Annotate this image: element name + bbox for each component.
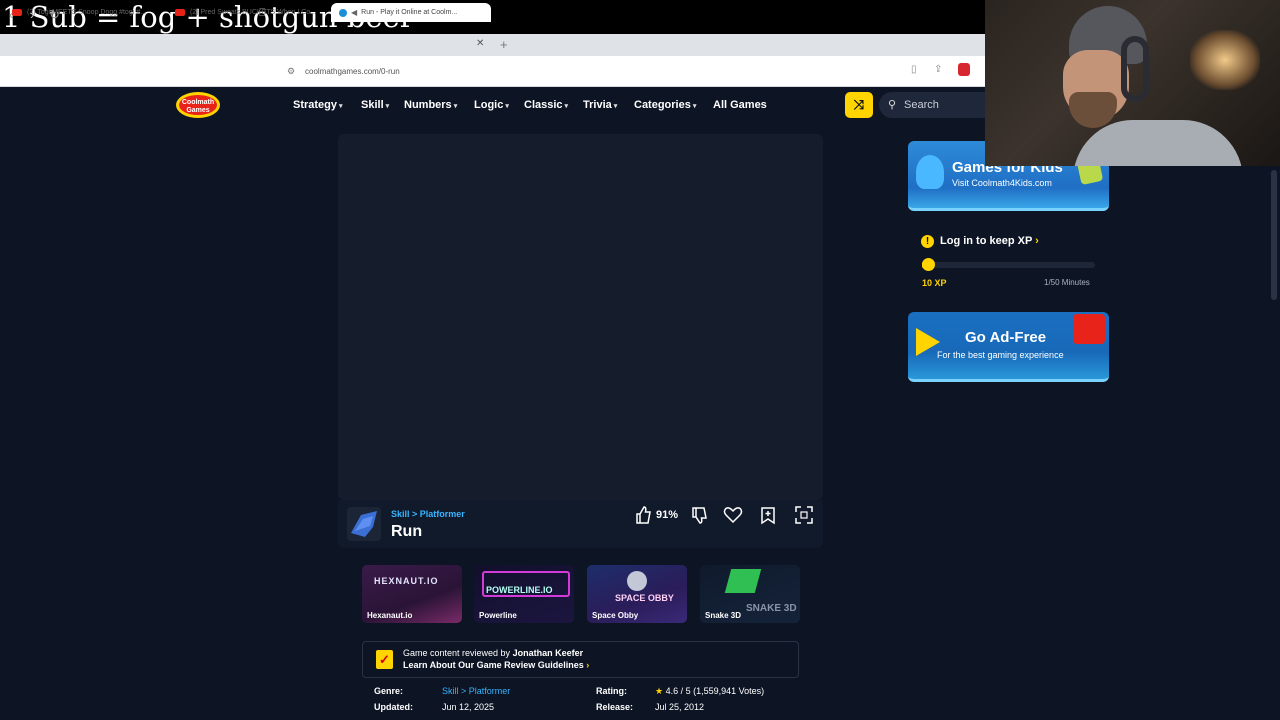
xp-progress-knob xyxy=(922,258,935,271)
related-game-card[interactable]: HEXNAUT.IO Hexanaut.io xyxy=(362,565,462,623)
xp-progress-bar xyxy=(922,262,1095,268)
coolmath-logo[interactable]: Coolmath Games xyxy=(175,91,221,119)
lamp-glow xyxy=(1190,30,1260,90)
chevron-down-icon: ▾ xyxy=(385,103,390,110)
nav-trivia[interactable]: Trivia ▾ xyxy=(583,99,617,111)
browser-tab-bar xyxy=(0,34,985,56)
nav-classic[interactable]: Classic ▾ xyxy=(524,99,568,111)
beard xyxy=(1069,92,1117,128)
thumbnail-text: SNAKE 3D xyxy=(746,603,797,614)
release-label: Release: xyxy=(596,702,634,712)
tab-label: (2) Togi MEETS Snoop Dogg #togi #... xyxy=(27,9,146,16)
thumbnail-text: POWERLINE.IO xyxy=(486,585,553,595)
search-icon: ⚲ xyxy=(888,99,897,111)
release-value: Jul 25, 2012 xyxy=(655,702,705,712)
chevron-down-icon: ▾ xyxy=(505,103,509,110)
star-icon: ★ xyxy=(655,686,664,696)
related-game-label: Powerline xyxy=(479,611,517,620)
related-game-card[interactable]: POWERLINE.IO Powerline xyxy=(474,565,574,623)
kids-banner-subtitle: Visit Coolmath4Kids.com xyxy=(952,178,1052,188)
related-game-card[interactable]: SNAKE 3D Snake 3D xyxy=(700,565,800,623)
octopus-mascot-icon xyxy=(916,155,944,189)
extension-icon[interactable] xyxy=(958,63,970,76)
related-game-card[interactable]: SPACE OBBY Space Obby xyxy=(587,565,687,623)
xp-minutes: 1/50 Minutes xyxy=(1044,278,1090,287)
related-game-label: Space Obby xyxy=(592,611,639,620)
related-game-label: Hexanaut.io xyxy=(367,611,413,620)
nav-categories[interactable]: Categories ▾ xyxy=(634,99,696,111)
youtube-icon xyxy=(175,9,185,16)
webcam-overlay xyxy=(985,0,1280,166)
updated-label: Updated: xyxy=(374,702,413,712)
chevron-right-icon: › xyxy=(1035,235,1039,247)
svg-text:Coolmath: Coolmath xyxy=(182,99,214,106)
chevron-down-icon: ▾ xyxy=(692,103,697,110)
game-thumbnail-icon xyxy=(347,507,381,541)
game-breadcrumb[interactable]: Skill > Platformer xyxy=(391,509,465,519)
back-icon[interactable]: ‹ xyxy=(9,7,13,22)
heart-icon[interactable] xyxy=(723,505,743,525)
game-title: Run xyxy=(391,523,423,540)
shuffle-icon[interactable]: ⤨ xyxy=(845,92,873,118)
thumbs-up-icon[interactable] xyxy=(634,505,652,525)
gamepad-icon xyxy=(1073,314,1105,344)
speaker-icon: ◀ xyxy=(351,8,358,17)
related-game-label: Snake 3D xyxy=(705,611,742,620)
review-guidelines-link[interactable]: Learn About Our Game Review Guidelines › xyxy=(403,660,589,670)
login-keep-xp-link[interactable]: Log in to keep XP › xyxy=(940,235,1039,247)
bookmark-icon[interactable]: ⎕ xyxy=(259,7,266,20)
search-placeholder: Search xyxy=(904,99,939,111)
genre-label: Genre: xyxy=(374,686,404,696)
go-ad-free-banner[interactable]: Go Ad-Free For the best gaming experienc… xyxy=(908,312,1109,382)
reload-icon[interactable]: ↻ xyxy=(49,7,60,23)
chevron-down-icon: ▾ xyxy=(453,103,458,110)
browser-tab-1[interactable]: (2) Togi MEETS Snoop Dogg #togi #... xyxy=(4,3,164,22)
install-icon[interactable]: ▯ xyxy=(911,64,917,75)
coolmath-favicon-icon xyxy=(339,8,347,17)
rating-value: ★ 4.6 / 5 (1,559,941 Votes) xyxy=(655,686,765,696)
thumbs-down-icon[interactable] xyxy=(689,505,709,525)
headset xyxy=(1121,36,1149,102)
nav-numbers[interactable]: Numbers ▾ xyxy=(404,99,457,111)
tab-close-icon[interactable]: ✕ xyxy=(476,38,484,49)
site-info-icon[interactable]: ⚙ xyxy=(287,66,295,77)
tab-label: (2) Pred Sweats BUCKETS When I Co... xyxy=(190,9,317,16)
svg-text:Games: Games xyxy=(186,107,209,114)
youtube-icon xyxy=(12,9,22,16)
xp-value: 10 XP xyxy=(922,278,947,288)
thumbnail-text: HEXNAUT.IO xyxy=(374,576,439,586)
checkmark-badge-icon: ✓ xyxy=(376,650,393,669)
warning-icon: ! xyxy=(921,235,934,248)
astronaut-icon xyxy=(627,571,647,591)
reviewer-name[interactable]: Jonathan Keefer xyxy=(513,648,584,658)
adfree-subtitle: For the best gaming experience xyxy=(937,350,1064,360)
browser-tab-active[interactable]: ◀ Run - Play it Online at Coolm... xyxy=(331,3,491,22)
new-tab-button[interactable]: + xyxy=(500,37,508,52)
review-credit: Game content reviewed by Jonathan Keefer xyxy=(403,648,584,658)
snake-icon xyxy=(724,569,762,593)
forward-icon[interactable]: › xyxy=(30,7,34,22)
updated-value: Jun 12, 2025 xyxy=(442,702,495,712)
chevron-down-icon: ▾ xyxy=(339,103,343,110)
chevron-down-icon: ▾ xyxy=(564,103,569,110)
nav-skill[interactable]: Skill ▾ xyxy=(361,99,389,111)
page-scrollbar[interactable] xyxy=(1271,170,1277,300)
adfree-title: Go Ad-Free xyxy=(965,329,1047,346)
share-icon[interactable]: ⇪ xyxy=(934,64,942,75)
game-canvas[interactable] xyxy=(338,134,823,500)
browser-tab-2[interactable]: (2) Pred Sweats BUCKETS When I Co... xyxy=(167,3,327,22)
bookmark-add-icon[interactable] xyxy=(758,505,778,525)
tab-label: Run - Play it Online at Coolm... xyxy=(361,9,458,16)
url-text[interactable]: coolmathgames.com/0-run xyxy=(305,67,400,76)
nav-strategy[interactable]: Strategy ▾ xyxy=(293,99,343,111)
rating-label: Rating: xyxy=(596,686,627,696)
nav-all-games[interactable]: All Games xyxy=(713,99,767,111)
like-percentage: 91% xyxy=(656,509,679,521)
thumbnail-text: SPACE OBBY xyxy=(615,593,674,603)
chevron-right-icon: › xyxy=(586,660,590,670)
nav-logic[interactable]: Logic ▾ xyxy=(474,99,509,111)
chevron-down-icon: ▾ xyxy=(613,103,618,110)
genre-value[interactable]: Skill > Platformer xyxy=(442,686,510,696)
fullscreen-icon[interactable] xyxy=(794,505,814,525)
